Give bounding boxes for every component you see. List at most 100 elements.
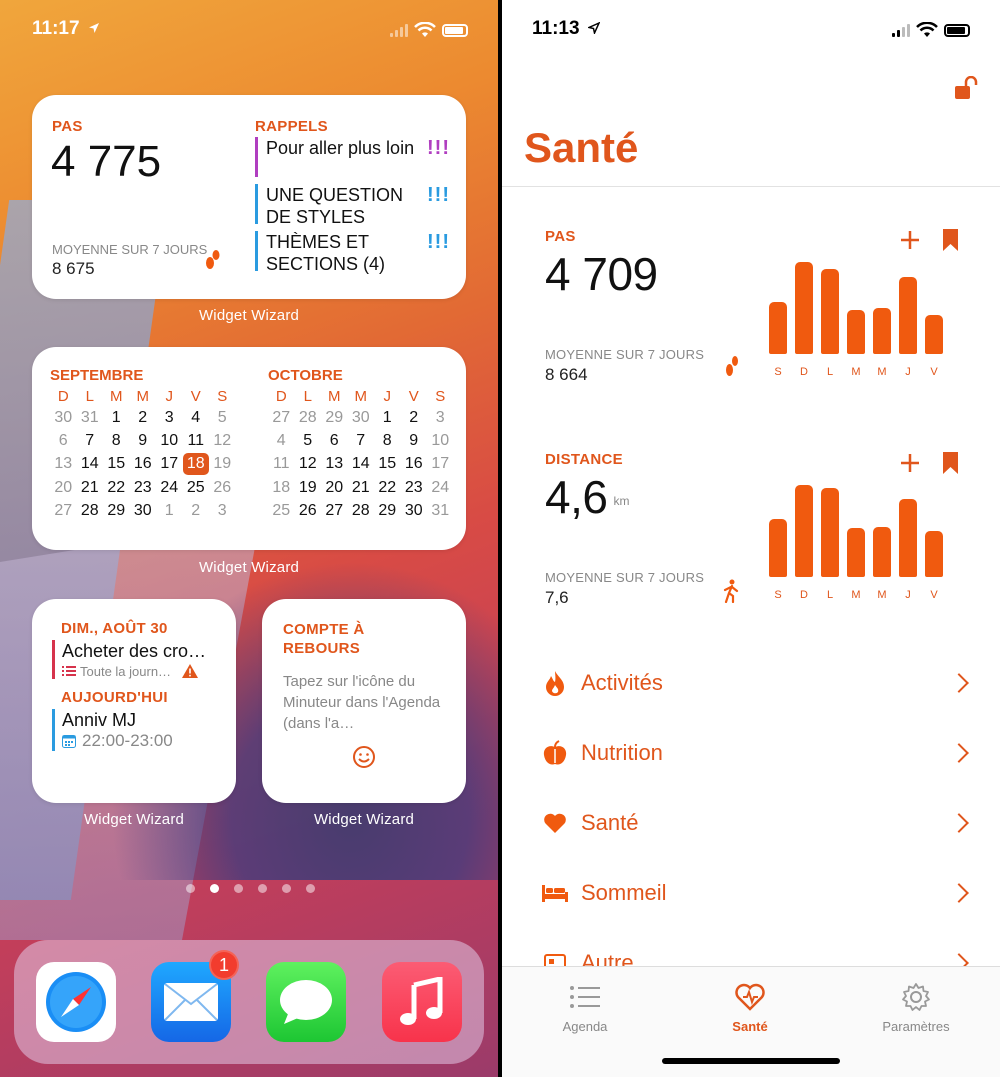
calendar-day[interactable]: 18	[268, 476, 295, 499]
music-app[interactable]	[382, 962, 462, 1042]
calendar-day[interactable]: 30	[348, 406, 375, 429]
calendar-day[interactable]: 21	[77, 476, 104, 499]
calendar-day[interactable]: 28	[295, 406, 322, 429]
calendar-day[interactable]: 30	[50, 406, 77, 429]
calendar-day[interactable]: 25	[183, 476, 210, 499]
calendar-day[interactable]: 7	[348, 429, 375, 452]
calendar-day[interactable]: 16	[401, 453, 428, 476]
calendar-day[interactable]: 2	[401, 406, 428, 429]
calendar-day[interactable]: 23	[401, 476, 428, 499]
calendar-day[interactable]: 12	[209, 429, 236, 452]
bookmark-icon[interactable]	[942, 451, 959, 475]
calendar-day[interactable]: 11	[183, 429, 210, 452]
calendar-day[interactable]: 1	[374, 406, 401, 429]
calendar-day[interactable]: 24	[156, 476, 183, 499]
calendar-day[interactable]: 21	[348, 476, 375, 499]
calendar-day[interactable]: 29	[103, 500, 130, 523]
calendar-day-today[interactable]: 18	[182, 453, 210, 476]
calendar-day[interactable]: 3	[209, 500, 236, 523]
calendar-day[interactable]: 9	[401, 429, 428, 452]
calendar-day[interactable]: 4	[183, 406, 210, 429]
calendar-day[interactable]: 8	[103, 429, 130, 452]
calendar-day[interactable]: 24	[427, 476, 454, 499]
calendar-day[interactable]: 20	[50, 476, 77, 499]
calendar-day[interactable]: 30	[401, 500, 428, 523]
calendar-day[interactable]: 10	[427, 429, 454, 452]
calendar-day[interactable]: 6	[50, 429, 77, 452]
calendar-day[interactable]: 28	[77, 500, 104, 523]
page-dot[interactable]	[210, 884, 219, 893]
calendar-day[interactable]: 3	[427, 406, 454, 429]
tab-agenda[interactable]: Agenda	[525, 979, 645, 1034]
calendar-day[interactable]: 17	[156, 453, 183, 476]
calendar-day[interactable]: 6	[321, 429, 348, 452]
calendar-day[interactable]: 31	[77, 406, 104, 429]
calendar-day[interactable]: 31	[427, 500, 454, 523]
menu-sleep[interactable]: Sommeil	[538, 873, 978, 913]
agenda-event-2[interactable]: Anniv MJ 22:00-23:00	[52, 709, 226, 751]
calendar-day[interactable]: 19	[209, 453, 236, 476]
page-dot[interactable]	[258, 884, 267, 893]
calendar-day[interactable]: 14	[77, 453, 104, 476]
calendar-day[interactable]: 3	[156, 406, 183, 429]
calendar-day[interactable]: 22	[103, 476, 130, 499]
mail-app[interactable]: 1	[151, 950, 239, 1042]
unlock-icon[interactable]	[954, 76, 980, 100]
calendar-day[interactable]: 16	[130, 453, 157, 476]
calendar-day[interactable]: 5	[209, 406, 236, 429]
agenda-widget[interactable]: DIM., AOÛT 30 Acheter des cro… Toute la …	[32, 599, 236, 803]
calendar-day[interactable]: 1	[156, 500, 183, 523]
calendar-day[interactable]: 23	[130, 476, 157, 499]
calendar-day[interactable]: 8	[374, 429, 401, 452]
calendar-day[interactable]: 25	[268, 500, 295, 523]
add-icon[interactable]	[900, 230, 920, 250]
calendar-day[interactable]: 10	[156, 429, 183, 452]
calendar-day[interactable]: 15	[374, 453, 401, 476]
calendar-day[interactable]: 2	[130, 406, 157, 429]
calendar-day[interactable]: 22	[374, 476, 401, 499]
calendar-day[interactable]: 5	[295, 429, 322, 452]
calendar-day[interactable]: 11	[268, 453, 295, 476]
tab-health[interactable]: Santé	[690, 979, 810, 1034]
calendar-day[interactable]: 15	[103, 453, 130, 476]
page-dot[interactable]	[306, 884, 315, 893]
calendar-day[interactable]: 27	[50, 500, 77, 523]
calendar-widget[interactable]: SEPTEMBRE D L M M J V S 30 31 1 2 3 4 5 6 7 8 9 10 11 12 13 14 1…	[32, 347, 466, 550]
reminder-item[interactable]: THÈMES ET SECTIONS (4) !!!	[255, 231, 450, 274]
calendar-day[interactable]: 20	[321, 476, 348, 499]
steps-card[interactable]: PAS 4 709 MOYENNE SUR 7 JOURS 8 664 SDLM…	[545, 228, 965, 408]
calendar-day[interactable]: 29	[374, 500, 401, 523]
menu-health[interactable]: Santé	[538, 803, 978, 843]
calendar-day[interactable]: 7	[77, 429, 104, 452]
menu-activities[interactable]: Activités	[538, 663, 978, 703]
page-dot[interactable]	[186, 884, 195, 893]
safari-app[interactable]	[36, 962, 116, 1042]
calendar-day[interactable]: 30	[130, 500, 157, 523]
reminder-item[interactable]: UNE QUESTION DE STYLES (164… !!!	[255, 184, 450, 227]
page-dot[interactable]	[234, 884, 243, 893]
bookmark-icon[interactable]	[942, 228, 959, 252]
calendar-day[interactable]: 26	[295, 500, 322, 523]
page-dot[interactable]	[282, 884, 291, 893]
calendar-day[interactable]: 27	[268, 406, 295, 429]
calendar-day[interactable]: 27	[321, 500, 348, 523]
calendar-day[interactable]: 13	[321, 453, 348, 476]
steps-reminders-widget[interactable]: PAS 4 775 MOYENNE SUR 7 JOURS 8 675 RAPP…	[32, 95, 466, 299]
calendar-day[interactable]: 14	[348, 453, 375, 476]
calendar-day[interactable]: 12	[295, 453, 322, 476]
home-indicator[interactable]	[662, 1058, 840, 1064]
distance-card[interactable]: DISTANCE 4,6 km MOYENNE SUR 7 JOURS 7,6 S…	[545, 451, 965, 631]
calendar-day[interactable]: 4	[268, 429, 295, 452]
calendar-day[interactable]: 29	[321, 406, 348, 429]
calendar-day[interactable]: 2	[183, 500, 210, 523]
add-icon[interactable]	[900, 453, 920, 473]
calendar-day[interactable]: 19	[295, 476, 322, 499]
messages-app[interactable]	[266, 962, 346, 1042]
tab-settings[interactable]: Paramètres	[856, 979, 976, 1034]
calendar-day[interactable]: 13	[50, 453, 77, 476]
countdown-widget[interactable]: COMPTE À REBOURS Tapez sur l'icône du Mi…	[262, 599, 466, 803]
reminder-item[interactable]: Pour aller plus loin !!!	[255, 137, 450, 177]
calendar-day[interactable]: 26	[209, 476, 236, 499]
calendar-day[interactable]: 9	[130, 429, 157, 452]
agenda-event-1[interactable]: Acheter des cro… Toute la journ…	[52, 640, 226, 679]
